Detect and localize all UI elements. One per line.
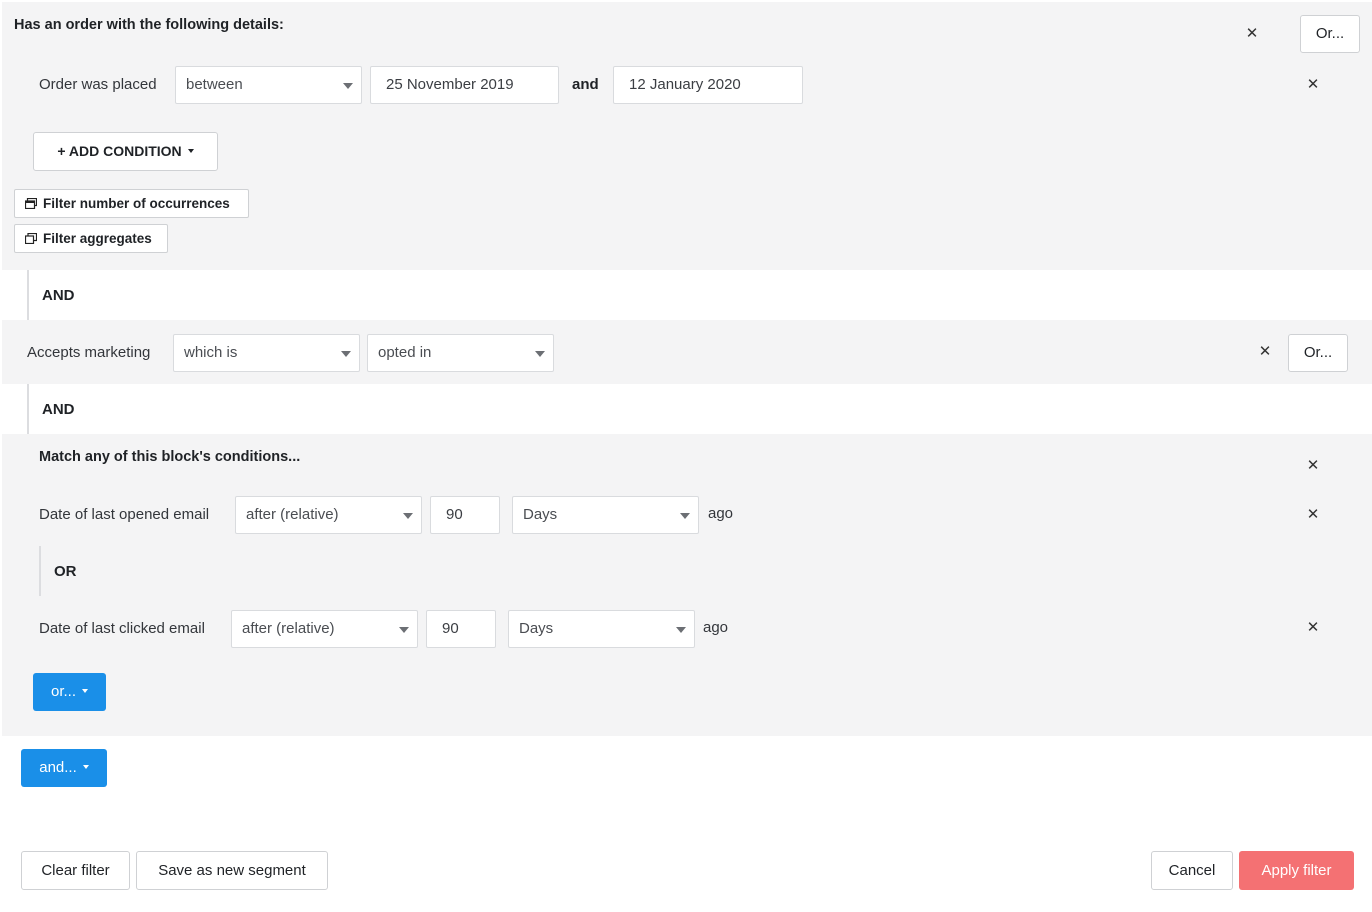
and-dropdown-label: and... (39, 759, 77, 776)
marketing-operator-value: which is (184, 344, 238, 361)
order-end-date-input[interactable]: 12 January 2020 (613, 66, 803, 104)
order-start-date-input[interactable]: 25 November 2019 (370, 66, 559, 104)
chevron-down-icon (680, 513, 690, 519)
last-clicked-operator-select[interactable]: after (relative) (231, 610, 418, 648)
last-clicked-amount-input[interactable]: 90 (426, 610, 496, 648)
remove-order-block-icon[interactable]: ✕ (1245, 26, 1259, 41)
caret-down-icon (82, 765, 89, 769)
match-any-title: Match any of this block's conditions... (39, 449, 301, 465)
remove-marketing-condition-icon[interactable]: ✕ (1258, 344, 1272, 359)
order-block-title: Has an order with the following details: (14, 17, 284, 33)
chevron-down-icon (676, 627, 686, 633)
caret-down-icon (187, 149, 194, 153)
marketing-or-button[interactable]: Or... (1288, 334, 1348, 372)
order-placed-operator-value: between (186, 76, 243, 93)
caret-down-icon (82, 689, 88, 693)
remove-order-condition-icon[interactable]: ✕ (1306, 77, 1320, 92)
last-opened-email-label: Date of last opened email (39, 506, 210, 523)
last-opened-unit-select[interactable]: Days (512, 496, 699, 534)
last-clicked-operator-value: after (relative) (242, 620, 335, 637)
filter-occurrences-button[interactable]: Filter number of occurrences (14, 189, 249, 218)
or-connector-line (39, 546, 41, 596)
last-clicked-unit-select[interactable]: Days (508, 610, 695, 648)
last-clicked-email-label: Date of last clicked email (39, 620, 205, 637)
and-connector-line (27, 384, 29, 434)
last-opened-amount-input[interactable]: 90 (430, 496, 500, 534)
filter-aggregates-label: Filter aggregates (43, 231, 152, 246)
between-and-label: and (572, 76, 599, 93)
order-placed-operator-select[interactable]: between (175, 66, 362, 104)
apply-filter-button[interactable]: Apply filter (1239, 851, 1354, 890)
and-connector-line (27, 270, 29, 320)
last-opened-unit-value: Days (523, 506, 558, 523)
add-condition-label: + ADD CONDITION (57, 143, 182, 159)
window-stack-icon (25, 198, 37, 209)
cancel-button[interactable]: Cancel (1151, 851, 1233, 890)
and-dropdown-button[interactable]: and... (21, 749, 107, 787)
and-label-2: AND (42, 401, 75, 418)
last-opened-operator-value: after (relative) (246, 506, 339, 523)
marketing-operator-select[interactable]: which is (173, 334, 360, 372)
last-clicked-suffix: ago (703, 619, 729, 636)
chevron-down-icon (535, 351, 545, 357)
order-placed-label: Order was placed (39, 76, 157, 93)
or-dropdown-label: or... (50, 683, 76, 700)
or-dropdown-button[interactable]: or... (33, 673, 106, 711)
order-or-button[interactable]: Or... (1300, 15, 1360, 53)
remove-match-block-icon[interactable]: ✕ (1306, 458, 1320, 473)
and-label-1: AND (42, 287, 75, 304)
remove-last-clicked-icon[interactable]: ✕ (1306, 620, 1320, 635)
last-opened-suffix: ago (708, 505, 734, 522)
last-opened-operator-select[interactable]: after (relative) (235, 496, 422, 534)
save-segment-button[interactable]: Save as new segment (136, 851, 328, 890)
remove-last-opened-icon[interactable]: ✕ (1306, 507, 1320, 522)
match-any-block (2, 434, 1372, 736)
marketing-value-select[interactable]: opted in (367, 334, 554, 372)
last-clicked-unit-value: Days (519, 620, 554, 637)
marketing-value: opted in (378, 344, 432, 361)
accepts-marketing-label: Accepts marketing (27, 344, 151, 361)
add-condition-button[interactable]: + ADD CONDITION (33, 132, 218, 171)
filter-aggregates-button[interactable]: Filter aggregates (14, 224, 168, 253)
filter-occurrences-label: Filter number of occurrences (43, 196, 230, 211)
or-label: OR (54, 563, 77, 580)
chevron-down-icon (403, 513, 413, 519)
chevron-down-icon (343, 83, 353, 89)
copy-icon (25, 233, 37, 244)
chevron-down-icon (399, 627, 409, 633)
chevron-down-icon (341, 351, 351, 357)
clear-filter-button[interactable]: Clear filter (21, 851, 130, 890)
